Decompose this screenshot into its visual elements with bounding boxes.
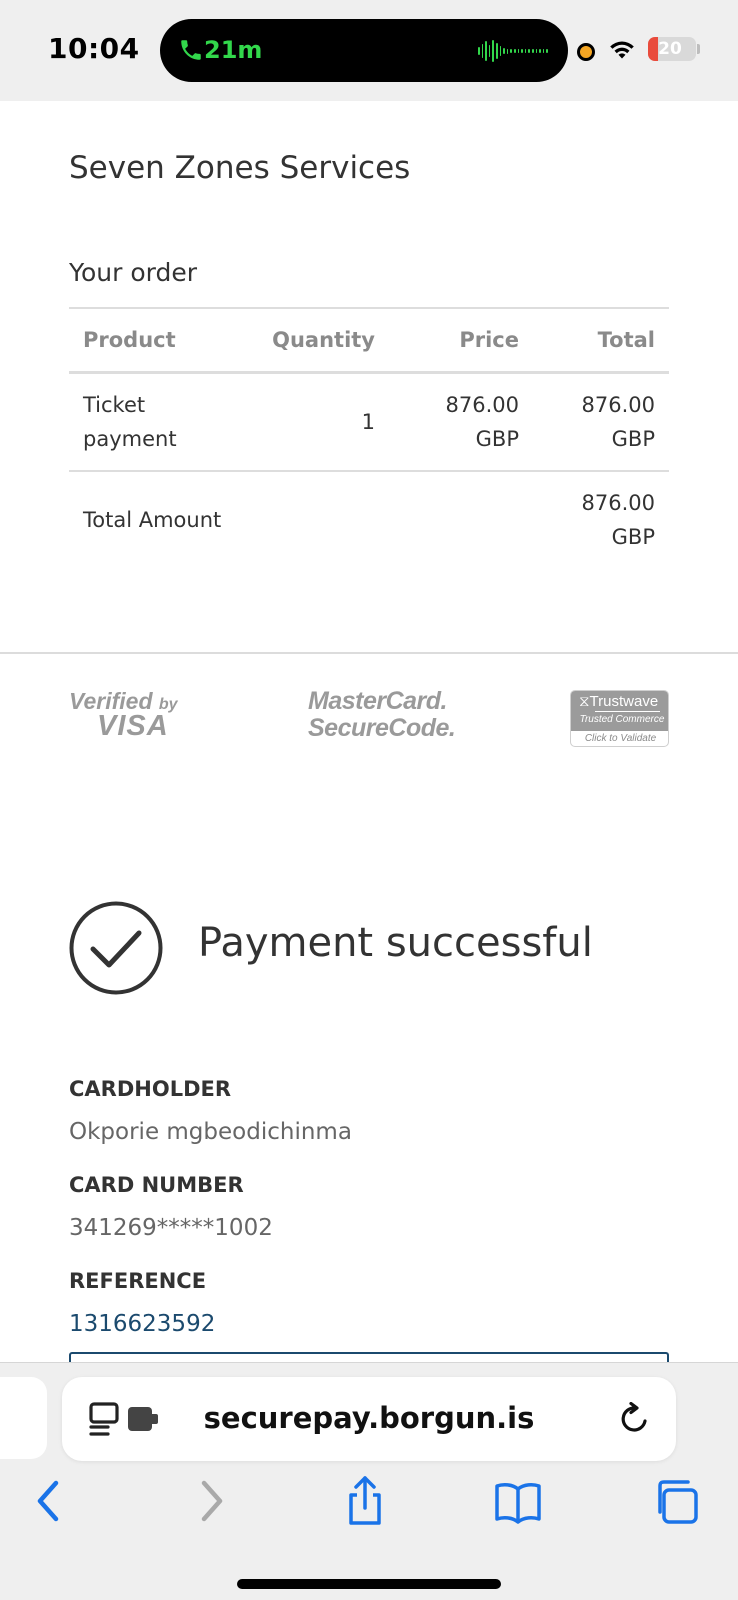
reload-icon[interactable] xyxy=(618,1402,652,1436)
reference-label: REFERENCE xyxy=(69,1269,207,1293)
cardholder-value: Okporie mgbeodichinma xyxy=(69,1119,352,1145)
partially-visible-button[interactable] xyxy=(69,1352,669,1362)
home-indicator[interactable] xyxy=(237,1579,501,1589)
cell-price: 876.00 GBP xyxy=(389,372,533,472)
battery-percentage: 20 xyxy=(658,39,682,59)
dynamic-island[interactable]: 21m xyxy=(160,19,568,82)
cardholder-label: CARDHOLDER xyxy=(69,1077,232,1101)
verified-by-visa-logo: Verified by VISA xyxy=(69,688,189,744)
bookmarks-icon[interactable] xyxy=(494,1475,542,1527)
checkmark-circle-icon xyxy=(69,901,163,995)
total-amount-label: Total Amount xyxy=(83,508,222,532)
browser-toolbar: securepay.borgun.is xyxy=(0,1362,738,1600)
column-header-quantity: Quantity xyxy=(241,307,389,374)
url-text: securepay.borgun.is xyxy=(203,1401,535,1435)
card-number-value: 341269*****1002 xyxy=(69,1215,273,1241)
mastercard-logo-line2: SecureCode. xyxy=(308,714,456,742)
table-header-row: Product Quantity Price Total xyxy=(69,307,669,374)
column-header-price: Price xyxy=(389,307,533,374)
total-amount-spacer xyxy=(389,471,533,569)
column-header-total: Total xyxy=(533,307,669,374)
trustwave-validate-link[interactable]: Click to Validate xyxy=(571,733,668,744)
section-divider xyxy=(0,652,738,654)
back-icon[interactable] xyxy=(26,1475,74,1527)
previous-tab-preview[interactable] xyxy=(0,1377,47,1459)
status-time: 10:04 xyxy=(48,32,140,65)
wifi-icon xyxy=(610,41,634,59)
share-icon[interactable] xyxy=(341,1475,389,1527)
status-bar: 10:04 21m 20 xyxy=(0,0,738,101)
reference-value[interactable]: 1316623592 xyxy=(69,1311,215,1337)
cell-total: 876.00 GBP xyxy=(533,372,669,472)
trustwave-seal-header: ⧖Trustwave Trusted Commerce xyxy=(571,691,668,731)
trustwave-seal[interactable]: ⧖Trustwave Trusted Commerce Click to Val… xyxy=(570,690,669,747)
phone-call-icon xyxy=(181,40,201,60)
payment-status-text: Payment successful xyxy=(198,920,593,966)
trustwave-name: ⧖Trustwave xyxy=(579,693,659,710)
battery-tip xyxy=(697,44,700,54)
address-bar[interactable]: securepay.borgun.is xyxy=(62,1377,676,1461)
mastercard-securecode-logo: MasterCard. SecureCode. xyxy=(308,687,456,744)
column-header-product: Product xyxy=(69,307,241,374)
mastercard-logo-line1: MasterCard. xyxy=(308,687,448,715)
forward-icon[interactable] xyxy=(186,1475,234,1527)
cell-quantity: 1 xyxy=(241,372,389,472)
total-amount-value: 876.00 GBP xyxy=(581,491,655,549)
cell-product: Ticket payment xyxy=(69,372,241,472)
trustwave-subtitle: Trusted Commerce xyxy=(579,714,665,725)
table-row: Ticket payment 1 876.00 GBP 876.00 GBP xyxy=(69,372,669,472)
trustwave-divider xyxy=(595,711,660,712)
microphone-indicator-icon xyxy=(577,43,595,61)
visa-logo-line2: VISA xyxy=(97,710,169,742)
merchant-name: Seven Zones Services xyxy=(69,150,411,186)
audio-waveform-icon xyxy=(478,39,548,63)
tabs-icon[interactable] xyxy=(652,1475,700,1527)
total-amount-row: Total Amount 876.00 GBP xyxy=(69,471,669,569)
call-duration: 21m xyxy=(204,36,263,64)
order-table: Product Quantity Price Total Ticket paym… xyxy=(69,307,669,569)
card-number-label: CARD NUMBER xyxy=(69,1173,244,1197)
battery-icon: 20 xyxy=(648,37,696,61)
order-title: Your order xyxy=(69,258,197,287)
